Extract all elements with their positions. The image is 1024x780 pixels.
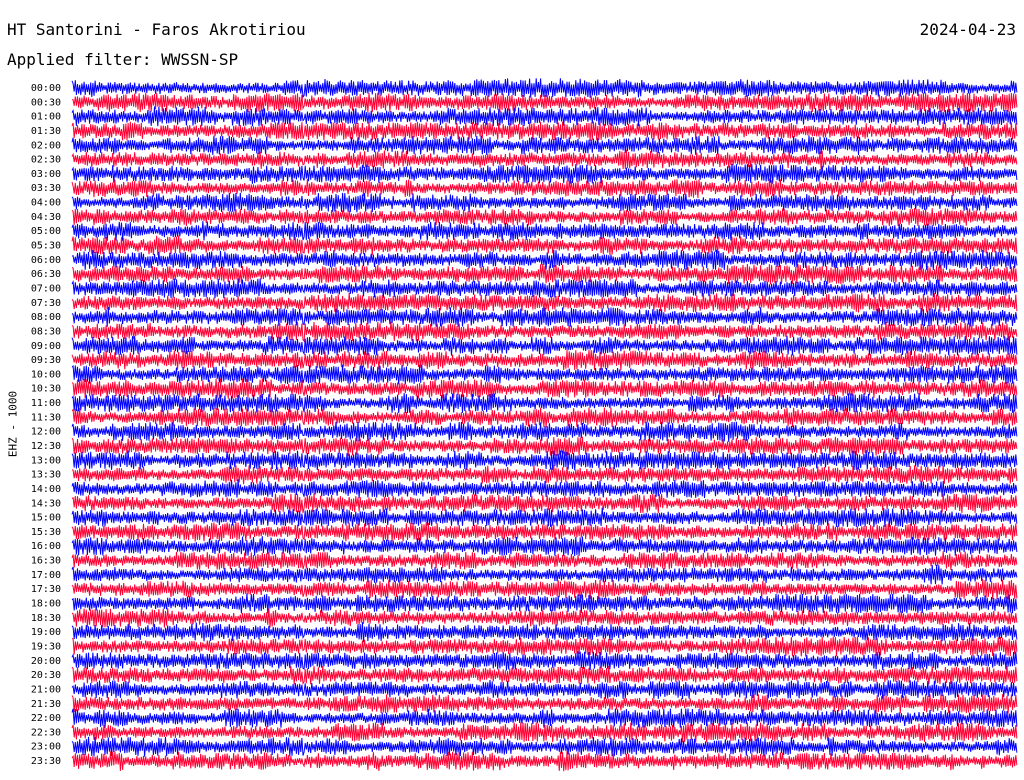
time-tick-label: 08:00 [31, 312, 61, 323]
seismic-trace-row [71, 178, 1018, 199]
helicorder-plot: 00:00 00:30 01:00 01:30 02:00 02:30 03:00 03:30… [31, 78, 1018, 772]
seismic-trace-row [71, 536, 1018, 557]
time-tick-label: 06:30 [31, 269, 61, 280]
time-tick-label: 12:30 [31, 441, 61, 452]
seismic-trace-row [71, 551, 1018, 571]
time-tick-label: 06:00 [31, 255, 61, 266]
time-tick-label: 17:30 [31, 584, 61, 595]
seismic-trace-row [71, 135, 1018, 156]
time-tick-label: 14:30 [31, 498, 61, 509]
time-tick-label: 23:30 [31, 756, 61, 767]
seismic-trace-row [71, 593, 1018, 614]
seismic-trace-row [71, 407, 1018, 428]
seismic-trace-row [71, 564, 1018, 585]
time-tick-label: 23:00 [31, 742, 61, 753]
seismic-trace-row [71, 335, 1018, 356]
time-tick-label: 08:30 [31, 326, 61, 337]
trace-layer [71, 78, 1018, 772]
seismic-trace-row [71, 364, 1018, 385]
time-tick-label: 15:30 [31, 527, 61, 538]
time-tick-label: 18:30 [31, 613, 61, 624]
seismic-trace-row [71, 378, 1018, 399]
time-tick-label: 20:00 [31, 656, 61, 667]
time-tick-label: 13:00 [31, 455, 61, 466]
time-tick-label: 16:30 [31, 556, 61, 567]
time-tick-label: 20:30 [31, 670, 61, 681]
seismic-trace-row [71, 78, 1018, 99]
time-tick-label: 02:30 [31, 155, 61, 166]
seismic-trace-row [71, 106, 1018, 127]
time-tick-label: 04:30 [31, 212, 61, 223]
seismic-trace-row [71, 708, 1018, 729]
seismic-trace-row [71, 522, 1018, 542]
seismic-trace-row [71, 221, 1018, 242]
time-tick-label: 22:30 [31, 727, 61, 738]
time-tick-label: 12:00 [31, 427, 61, 438]
seismic-trace-row [71, 751, 1018, 772]
seismic-trace-row [71, 608, 1018, 628]
time-tick-label: 02:00 [31, 140, 61, 151]
time-tick-label: 05:00 [31, 226, 61, 237]
seismic-trace-row [71, 436, 1018, 457]
time-tick-label: 00:30 [31, 97, 61, 108]
time-tick-label: 16:00 [31, 541, 61, 552]
seismic-trace-row [71, 665, 1018, 685]
time-tick-label: 05:30 [31, 241, 61, 252]
seismic-trace-row [71, 192, 1018, 213]
time-tick-label: 10:30 [31, 384, 61, 395]
seismic-trace-row [71, 636, 1018, 657]
time-tick-label: 19:30 [31, 641, 61, 652]
seismic-trace-row [71, 235, 1018, 256]
seismic-trace-row [71, 164, 1018, 184]
time-tick-label: 15:00 [31, 513, 61, 524]
time-tick-label: 14:00 [31, 484, 61, 495]
time-tick-label: 03:00 [31, 169, 61, 180]
time-tick-label: 11:30 [31, 412, 61, 423]
time-tick-label: 07:30 [31, 298, 61, 309]
seismic-trace-row [71, 263, 1018, 285]
time-tick-label: 03:30 [31, 183, 61, 194]
time-tick-label: 00:00 [31, 83, 61, 94]
time-tick-layer: 00:00 00:30 01:00 01:30 02:00 02:30 03:00 03:30… [31, 83, 61, 767]
time-tick-label: 11:00 [31, 398, 61, 409]
time-tick-label: 19:00 [31, 627, 61, 638]
time-tick-label: 01:30 [31, 126, 61, 137]
seismic-trace-row [71, 680, 1018, 700]
time-tick-label: 18:00 [31, 599, 61, 610]
seismic-trace-row [71, 479, 1018, 499]
time-tick-label: 01:00 [31, 112, 61, 123]
time-tick-label: 09:30 [31, 355, 61, 366]
time-tick-label: 13:30 [31, 470, 61, 481]
time-tick-label: 10:00 [31, 369, 61, 380]
time-tick-label: 22:00 [31, 713, 61, 724]
time-tick-label: 07:00 [31, 283, 61, 294]
time-tick-label: 09:00 [31, 341, 61, 352]
seismic-trace-row [71, 278, 1018, 299]
seismic-trace-row [71, 207, 1018, 227]
time-tick-label: 21:00 [31, 684, 61, 695]
time-tick-label: 17:00 [31, 570, 61, 581]
time-tick-label: 04:00 [31, 198, 61, 209]
seismic-trace-row [71, 306, 1018, 327]
time-tick-label: 21:30 [31, 699, 61, 710]
seismic-trace-row [71, 622, 1018, 643]
